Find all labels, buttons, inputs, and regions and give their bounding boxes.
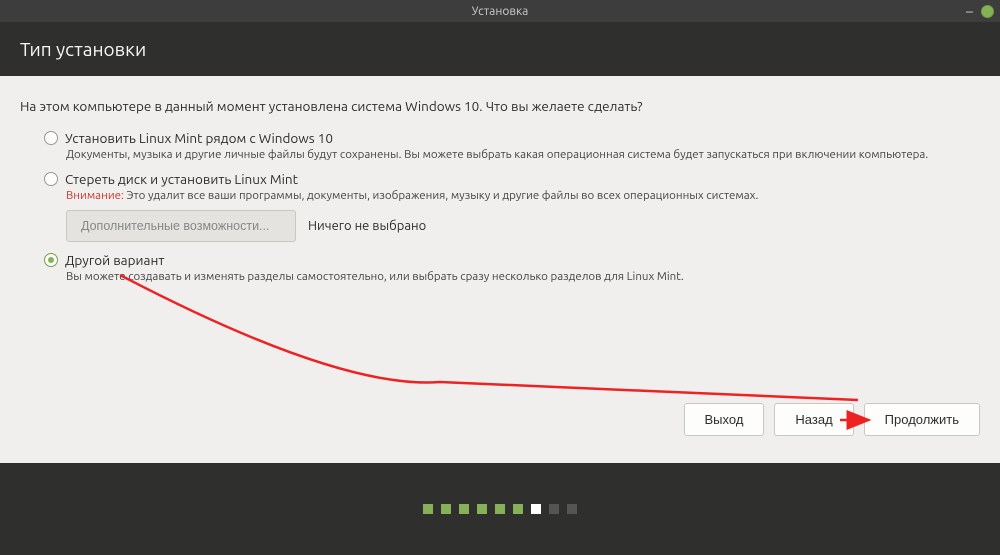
step-dot <box>567 504 577 514</box>
warning-text: Это удалит все ваши программы, документы… <box>124 189 759 202</box>
advanced-options-button[interactable]: Дополнительные возможности... <box>66 210 296 242</box>
install-prompt: На этом компьютере в данный момент устан… <box>20 98 980 114</box>
step-dot <box>495 504 505 514</box>
option-install-alongside[interactable]: Установить Linux Mint рядом с Windows 10… <box>44 130 980 161</box>
option-description: Вы можете создавать и изменять разделы с… <box>66 270 980 283</box>
window-controls: – <box>966 4 994 18</box>
close-icon[interactable] <box>981 5 994 18</box>
radio-icon[interactable] <box>44 172 58 186</box>
option-something-else[interactable]: Другой вариант Вы можете создавать и изм… <box>44 252 980 283</box>
option-erase-disk[interactable]: Стереть диск и установить Linux Mint Вни… <box>44 171 980 242</box>
page-title: Тип установки <box>20 38 146 60</box>
progress-footer <box>0 463 1000 555</box>
radio-icon[interactable] <box>44 253 58 267</box>
continue-button[interactable]: Продолжить <box>864 403 980 436</box>
option-title: Стереть диск и установить Linux Mint <box>65 171 298 187</box>
step-dot <box>441 504 451 514</box>
step-dot <box>513 504 523 514</box>
step-dot <box>549 504 559 514</box>
back-button[interactable]: Назад <box>774 403 853 436</box>
option-warning: Внимание: Это удалит все ваши программы,… <box>66 189 980 202</box>
content-area: На этом компьютере в данный момент устан… <box>0 76 1000 426</box>
option-description: Документы, музыка и другие личные файлы … <box>66 148 980 161</box>
action-bar: Выход Назад Продолжить <box>684 403 980 436</box>
minimize-icon[interactable]: – <box>966 4 973 18</box>
radio-icon[interactable] <box>44 131 58 145</box>
warning-label: Внимание: <box>66 189 124 202</box>
quit-button[interactable]: Выход <box>684 403 765 436</box>
step-dot <box>423 504 433 514</box>
step-dot-current <box>531 504 541 514</box>
window-title: Установка <box>472 5 529 18</box>
page-header: Тип установки <box>0 22 1000 76</box>
option-title: Установить Linux Mint рядом с Windows 10 <box>65 130 333 146</box>
window-titlebar: Установка – <box>0 0 1000 22</box>
option-title: Другой вариант <box>65 252 164 268</box>
step-dot <box>459 504 469 514</box>
advanced-status: Ничего не выбрано <box>308 219 426 233</box>
step-dot <box>477 504 487 514</box>
